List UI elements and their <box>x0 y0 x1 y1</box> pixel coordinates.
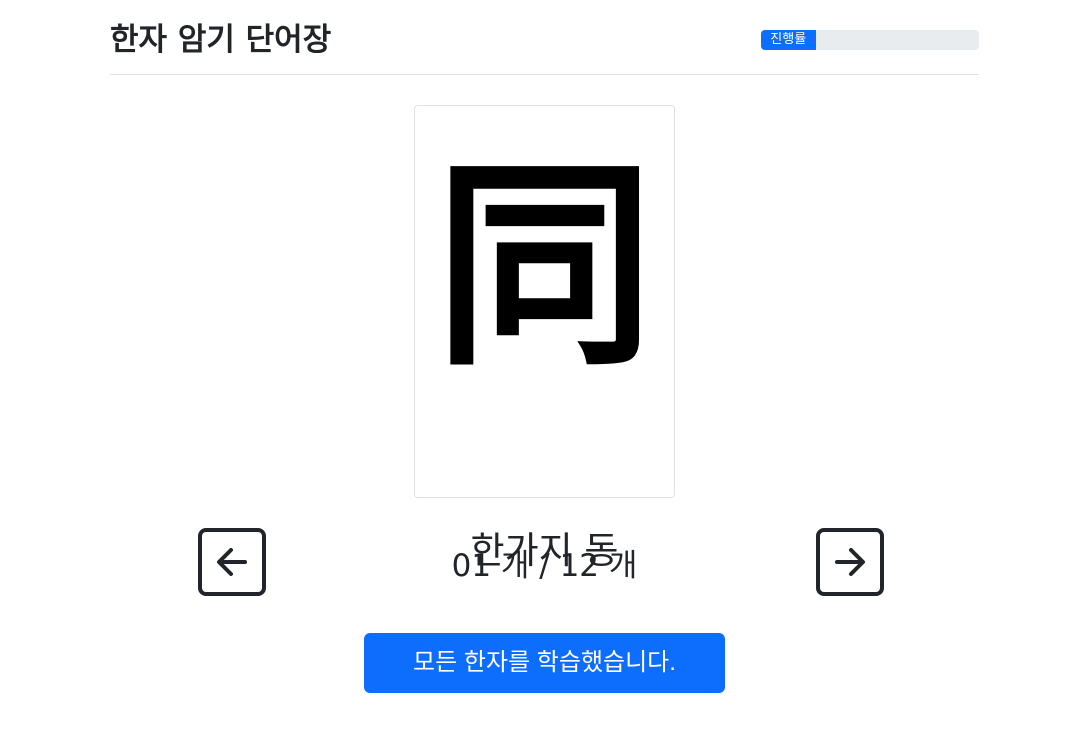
complete-learning-button[interactable]: 모든 한자를 학습했습니다. <box>364 633 725 693</box>
hanja-character: 同 <box>434 136 655 395</box>
app-title: 한자 암기 단어장 <box>110 22 332 58</box>
hanja-card: 同 한가지 동 <box>414 105 675 572</box>
arrow-left-icon <box>217 548 247 576</box>
progress-bar: 진행률 <box>761 30 816 50</box>
card-counter: 01 개 / 12 개 <box>451 548 638 584</box>
next-button[interactable] <box>816 528 884 596</box>
previous-button[interactable] <box>198 528 266 596</box>
header: 한자 암기 단어장 진행률 <box>110 0 979 75</box>
progress-track: 진행률 <box>761 30 979 50</box>
arrow-right-icon <box>835 548 865 576</box>
app-container: 한자 암기 단어장 진행률 同 한가지 동 01 개 / 12 개 모든 한자를… <box>110 0 979 740</box>
